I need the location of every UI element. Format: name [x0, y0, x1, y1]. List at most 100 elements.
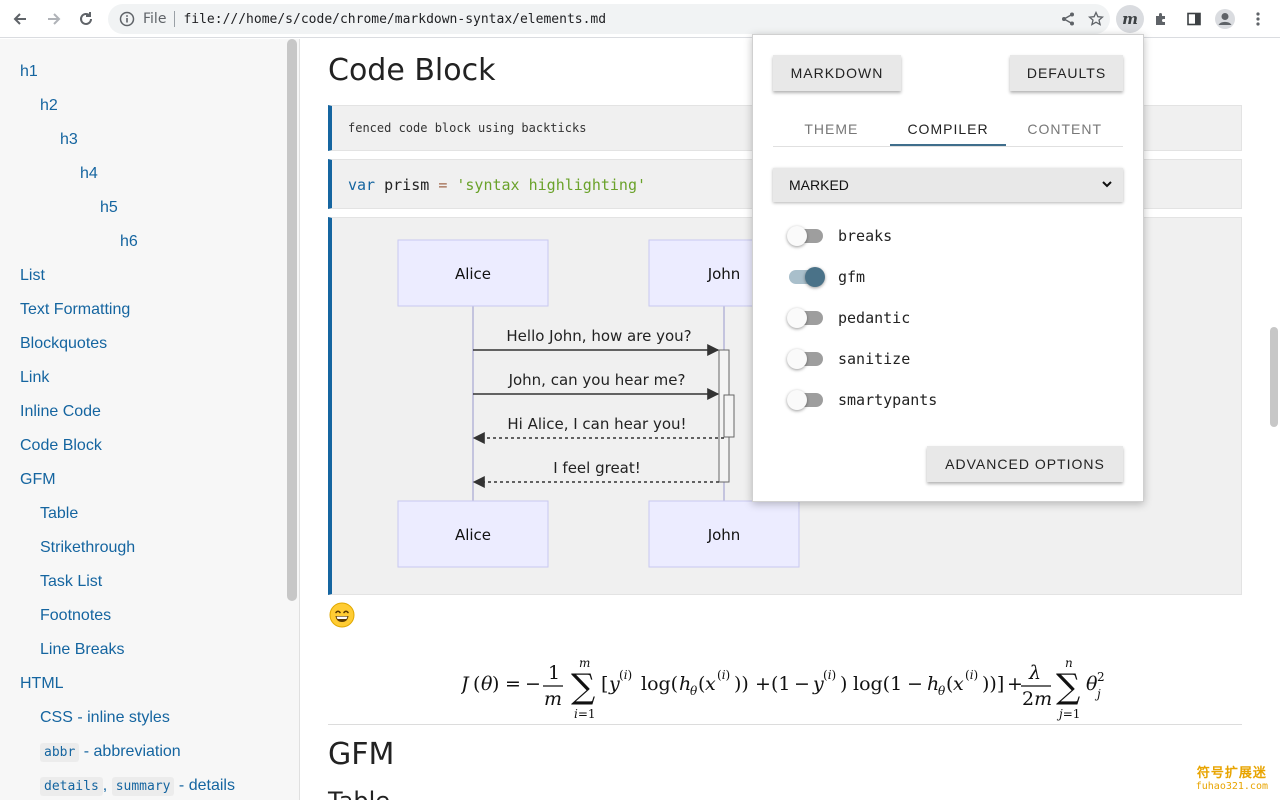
- toc-item-html[interactable]: HTML: [20, 674, 64, 694]
- token-string: 'syntax highlighting': [456, 176, 647, 194]
- toc-item-h6[interactable]: h6: [120, 232, 138, 252]
- toc-item-code-block[interactable]: Code Block: [20, 436, 102, 456]
- more-menu-icon[interactable]: [1244, 5, 1272, 33]
- toc-details-text: - details: [174, 777, 235, 794]
- svg-text:∑: ∑: [1056, 667, 1080, 707]
- svg-text:2: 2: [1097, 670, 1105, 684]
- svg-text:(i): (i): [717, 668, 730, 682]
- toc-item-abbr[interactable]: abbr - abbreviation: [40, 742, 181, 763]
- site-watermark: 符号扩展迷 fuhao321.com: [1196, 762, 1268, 792]
- heading-code-block: Code Block: [328, 53, 496, 88]
- tab-theme[interactable]: THEME: [773, 115, 890, 146]
- smartypants-label: smartypants: [838, 391, 938, 409]
- tab-compiler[interactable]: COMPILER: [889, 115, 1007, 146]
- compiler-select[interactable]: MARKED: [773, 168, 1123, 202]
- content-scrollbar[interactable]: [1270, 327, 1278, 427]
- svg-text:[: [: [601, 673, 608, 695]
- scheme-label: File: [143, 11, 167, 27]
- toc-item-h4[interactable]: h4: [80, 164, 98, 184]
- toc-item-blockquotes[interactable]: Blockquotes: [20, 334, 107, 354]
- svg-text:+: +: [755, 673, 771, 695]
- smartypants-toggle[interactable]: [787, 390, 823, 410]
- side-panel-icon[interactable]: [1180, 5, 1208, 33]
- toc-item-footnotes[interactable]: Footnotes: [40, 606, 111, 626]
- svg-text:−: −: [525, 673, 541, 695]
- omnibox-divider: [174, 11, 176, 27]
- svg-text:): ): [492, 673, 499, 695]
- share-icon[interactable]: [1054, 5, 1082, 33]
- message-3-label: Hi Alice, I can hear you!: [507, 415, 686, 433]
- toc-item-table[interactable]: Table: [40, 504, 78, 524]
- toc-item-h3[interactable]: h3: [60, 130, 78, 150]
- cost-function-formula: J (θ) = − 1 m ∑ m i=1 [ y (i) log( h θ (…: [461, 656, 1105, 721]
- url-text[interactable]: file:///home/s/code/chrome/markdown-synt…: [183, 12, 606, 27]
- option-sanitize[interactable]: sanitize: [787, 347, 911, 371]
- heading-gfm: GFM: [328, 737, 395, 772]
- svg-text:θ: θ: [938, 684, 946, 698]
- svg-text:m: m: [579, 656, 590, 670]
- bookmark-star-icon[interactable]: [1082, 5, 1110, 33]
- breaks-toggle[interactable]: [787, 226, 823, 246]
- option-smartypants[interactable]: smartypants: [787, 388, 938, 412]
- grinning-emoji-icon: [329, 602, 355, 628]
- horizontal-rule: [328, 724, 1242, 725]
- toc-item-strikethrough[interactable]: Strikethrough: [40, 538, 135, 558]
- extensions-puzzle-icon[interactable]: [1147, 5, 1175, 33]
- svg-text:θ: θ: [690, 684, 698, 698]
- info-icon[interactable]: [119, 11, 135, 27]
- tab-content[interactable]: CONTENT: [1006, 115, 1123, 146]
- option-breaks[interactable]: breaks: [787, 224, 892, 248]
- chevron-down-icon: [1102, 181, 1112, 188]
- option-gfm[interactable]: gfm: [789, 265, 865, 289]
- defaults-button[interactable]: DEFAULTS: [1010, 55, 1123, 91]
- svg-text:=: =: [505, 673, 521, 695]
- watermark-line2: fuhao321.com: [1195, 781, 1268, 792]
- markdown-button[interactable]: MARKDOWN: [773, 55, 901, 91]
- option-pedantic[interactable]: pedantic: [787, 306, 910, 330]
- toc-abbr-text: - abbreviation: [79, 743, 181, 760]
- toc-item-h1[interactable]: h1: [20, 62, 38, 82]
- token-operator: =: [438, 176, 448, 194]
- toc-item-line-breaks[interactable]: Line Breaks: [40, 640, 125, 660]
- toc-item-inline-code[interactable]: Inline Code: [20, 402, 101, 422]
- svg-text:i=1: i=1: [574, 707, 596, 721]
- heading-table: Table: [328, 787, 390, 800]
- toc-item-h2[interactable]: h2: [40, 96, 58, 116]
- markdown-extension-icon[interactable]: m: [1116, 5, 1144, 33]
- toc-item-css-inline-styles[interactable]: CSS - inline styles: [40, 708, 170, 728]
- toc-item-h5[interactable]: h5: [100, 198, 118, 218]
- toc-item-text-formatting[interactable]: Text Formatting: [20, 300, 130, 320]
- toc-item-gfm[interactable]: GFM: [20, 470, 56, 490]
- message-1-label: Hello John, how are you?: [506, 327, 691, 345]
- svg-text:1: 1: [548, 662, 560, 684]
- svg-text:j=1: j=1: [1056, 707, 1080, 721]
- address-bar[interactable]: File file:///home/s/code/chrome/markdown…: [108, 4, 1110, 34]
- sanitize-toggle[interactable]: [787, 349, 823, 369]
- reload-icon[interactable]: [72, 5, 100, 33]
- browser-toolbar: File file:///home/s/code/chrome/markdown…: [0, 0, 1280, 38]
- token-keyword: var: [348, 176, 376, 194]
- svg-text:log(1: log(1: [853, 673, 902, 695]
- advanced-options-button[interactable]: ADVANCED OPTIONS: [927, 446, 1123, 482]
- toc-item-link[interactable]: Link: [20, 368, 49, 388]
- markdown-viewer-popup: MARKDOWN DEFAULTS THEME COMPILER CONTENT…: [752, 34, 1144, 502]
- toc-summary-code: summary: [111, 777, 175, 796]
- token-identifier: prism: [384, 176, 430, 194]
- svg-text:(: (: [473, 673, 480, 695]
- compiler-select-value: MARKED: [789, 177, 849, 193]
- profile-avatar-icon[interactable]: [1211, 5, 1239, 33]
- toc-item-details[interactable]: details, summary - details: [40, 776, 235, 797]
- gfm-toggle[interactable]: [789, 267, 825, 287]
- sanitize-label: sanitize: [838, 350, 911, 368]
- toc-item-list[interactable]: List: [20, 266, 45, 286]
- toc-item-task-list[interactable]: Task List: [40, 572, 102, 592]
- svg-text:m: m: [544, 688, 562, 710]
- sidebar-scrollbar[interactable]: [287, 39, 297, 601]
- pedantic-toggle[interactable]: [787, 308, 823, 328]
- back-icon[interactable]: [6, 5, 34, 33]
- forward-icon[interactable]: [40, 5, 68, 33]
- svg-text:(i): (i): [823, 668, 836, 682]
- actor-john-top-label: John: [707, 265, 741, 283]
- svg-text:+: +: [1007, 673, 1023, 695]
- prism-code-line: var prism = 'syntax highlighting': [348, 176, 646, 194]
